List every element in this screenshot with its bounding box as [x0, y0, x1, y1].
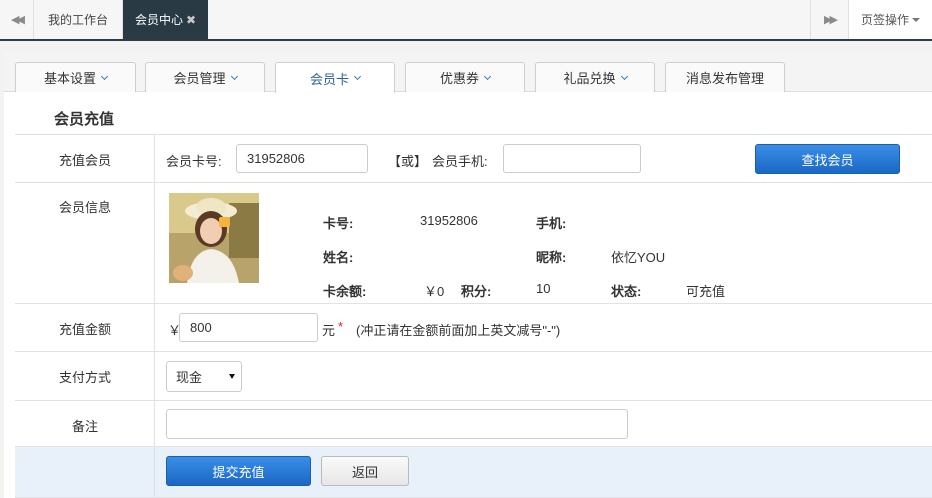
- tab-workbench-label: 我的工作台: [47, 13, 108, 27]
- remark-row: 备注: [15, 400, 932, 446]
- content-panel: 基本设置 会员管理 会员卡 优惠券 礼品兑换 消息发布管理 会员充值 充值会员: [4, 52, 932, 498]
- amount-label: 充值金额: [58, 322, 111, 337]
- payment-row: 支付方式 现金: [15, 351, 932, 400]
- info-nickname-value: 依忆YOU: [611, 250, 666, 265]
- member-info-label: 会员信息: [58, 200, 111, 215]
- find-member-button[interactable]: 查找会员: [755, 144, 900, 174]
- tab-message-publish-label: 消息发布管理: [685, 71, 764, 86]
- required-mark: *: [338, 319, 344, 334]
- member-avatar: [169, 193, 259, 283]
- phone-label: 会员手机:: [432, 154, 488, 169]
- caret-down-icon: [912, 17, 920, 22]
- info-points-label: 积分:: [461, 284, 492, 299]
- page-ops-label: 页签操作: [860, 13, 909, 27]
- info-card-no-label: 卡号:: [323, 216, 354, 231]
- recharge-member-row: 充值会员 会员卡号: 【或】 会员手机: 查找会员: [15, 134, 932, 182]
- amount-hint: (冲正请在金额前面加上英文减号"-"): [356, 323, 561, 338]
- tab-member-card-label: 会员卡: [309, 71, 349, 87]
- scroll-tabs-left-icon[interactable]: ◀◀: [0, 0, 34, 39]
- chevron-down-icon: [353, 72, 362, 81]
- info-points-value: 10: [536, 281, 551, 296]
- info-phone-label: 手机:: [536, 216, 567, 231]
- card-number-label: 会员卡号:: [166, 154, 222, 169]
- chevron-down-icon: [483, 72, 492, 80]
- phone-input[interactable]: [503, 144, 641, 173]
- remark-label: 备注: [71, 419, 98, 434]
- amount-label-cell: 充值金额: [15, 304, 155, 351]
- recharge-member-label-cell: 充值会员: [15, 135, 155, 182]
- tab-coupons[interactable]: 优惠券: [405, 62, 525, 92]
- info-balance-value: ￥0: [424, 284, 445, 299]
- action-label-cell: [15, 447, 155, 497]
- chevron-down-icon: [100, 72, 109, 80]
- tab-gift-exchange[interactable]: 礼品兑换: [535, 62, 655, 92]
- back-button[interactable]: 返回: [321, 456, 409, 486]
- tab-basic-settings-label: 基本设置: [43, 71, 96, 86]
- tab-member-management[interactable]: 会员管理: [145, 62, 265, 92]
- tab-workbench[interactable]: 我的工作台: [34, 0, 123, 39]
- tab-gift-exchange-label: 礼品兑换: [563, 71, 616, 86]
- chevron-down-icon: [230, 72, 238, 80]
- amount-unit: 元: [322, 323, 336, 338]
- submit-recharge-button[interactable]: 提交充值: [166, 456, 311, 486]
- tab-member-center[interactable]: 会员中心 ✖: [123, 0, 208, 39]
- scroll-tabs-right-icon[interactable]: ▶▶: [810, 0, 849, 39]
- payment-method-value: 现金: [176, 370, 203, 385]
- tab-message-publish[interactable]: 消息发布管理: [665, 62, 785, 92]
- remark-label-cell: 备注: [15, 401, 155, 446]
- content-frame: 基本设置 会员管理 会员卡 优惠券 礼品兑换 消息发布管理 会员充值 充值会员: [0, 41, 932, 498]
- tab-coupons-label: 优惠券: [439, 71, 479, 86]
- sub-tab-bar: 基本设置 会员管理 会员卡 优惠券 礼品兑换 消息发布管理: [4, 52, 932, 93]
- payment-label-cell: 支付方式: [15, 352, 155, 400]
- tab-basic-settings[interactable]: 基本设置: [15, 62, 136, 92]
- close-icon[interactable]: ✖: [186, 13, 196, 27]
- tab-member-center-label: 会员中心: [134, 13, 183, 27]
- submit-recharge-button-label: 提交充值: [212, 464, 265, 480]
- amount-input[interactable]: [179, 313, 318, 342]
- payment-method-select[interactable]: 现金: [166, 361, 242, 392]
- info-nickname-label: 昵称:: [536, 250, 567, 265]
- dropdown-arrow-icon: [229, 374, 235, 379]
- top-tab-bar: ◀◀ 我的工作台 会员中心 ✖ ▶▶ 页签操作: [0, 0, 932, 41]
- tab-member-management-label: 会员管理: [173, 71, 226, 86]
- back-button-label: 返回: [351, 464, 378, 480]
- info-status-value: 可充值: [686, 284, 726, 299]
- find-member-button-label: 查找会员: [801, 152, 854, 168]
- info-balance-label: 卡余额:: [323, 284, 367, 299]
- info-card-no-value: 31952806: [420, 213, 478, 228]
- payment-label: 支付方式: [58, 370, 111, 385]
- card-number-input[interactable]: [236, 144, 368, 173]
- info-name-label: 姓名:: [323, 250, 354, 265]
- member-info-label-cell: 会员信息: [15, 183, 155, 303]
- page-ops-dropdown[interactable]: 页签操作: [849, 0, 932, 39]
- page-title: 会员充值: [54, 111, 115, 128]
- info-status-label: 状态:: [611, 284, 642, 299]
- amount-row: 充值金额 ￥ 元 * (冲正请在金额前面加上英文减号"-"): [15, 303, 932, 351]
- remark-input[interactable]: [166, 409, 628, 439]
- chevron-down-icon: [620, 72, 628, 80]
- or-text: 【或】: [388, 154, 428, 169]
- action-row: 提交充值 返回: [15, 446, 932, 498]
- tab-member-card[interactable]: 会员卡: [275, 62, 395, 93]
- recharge-member-label: 充值会员: [58, 153, 111, 168]
